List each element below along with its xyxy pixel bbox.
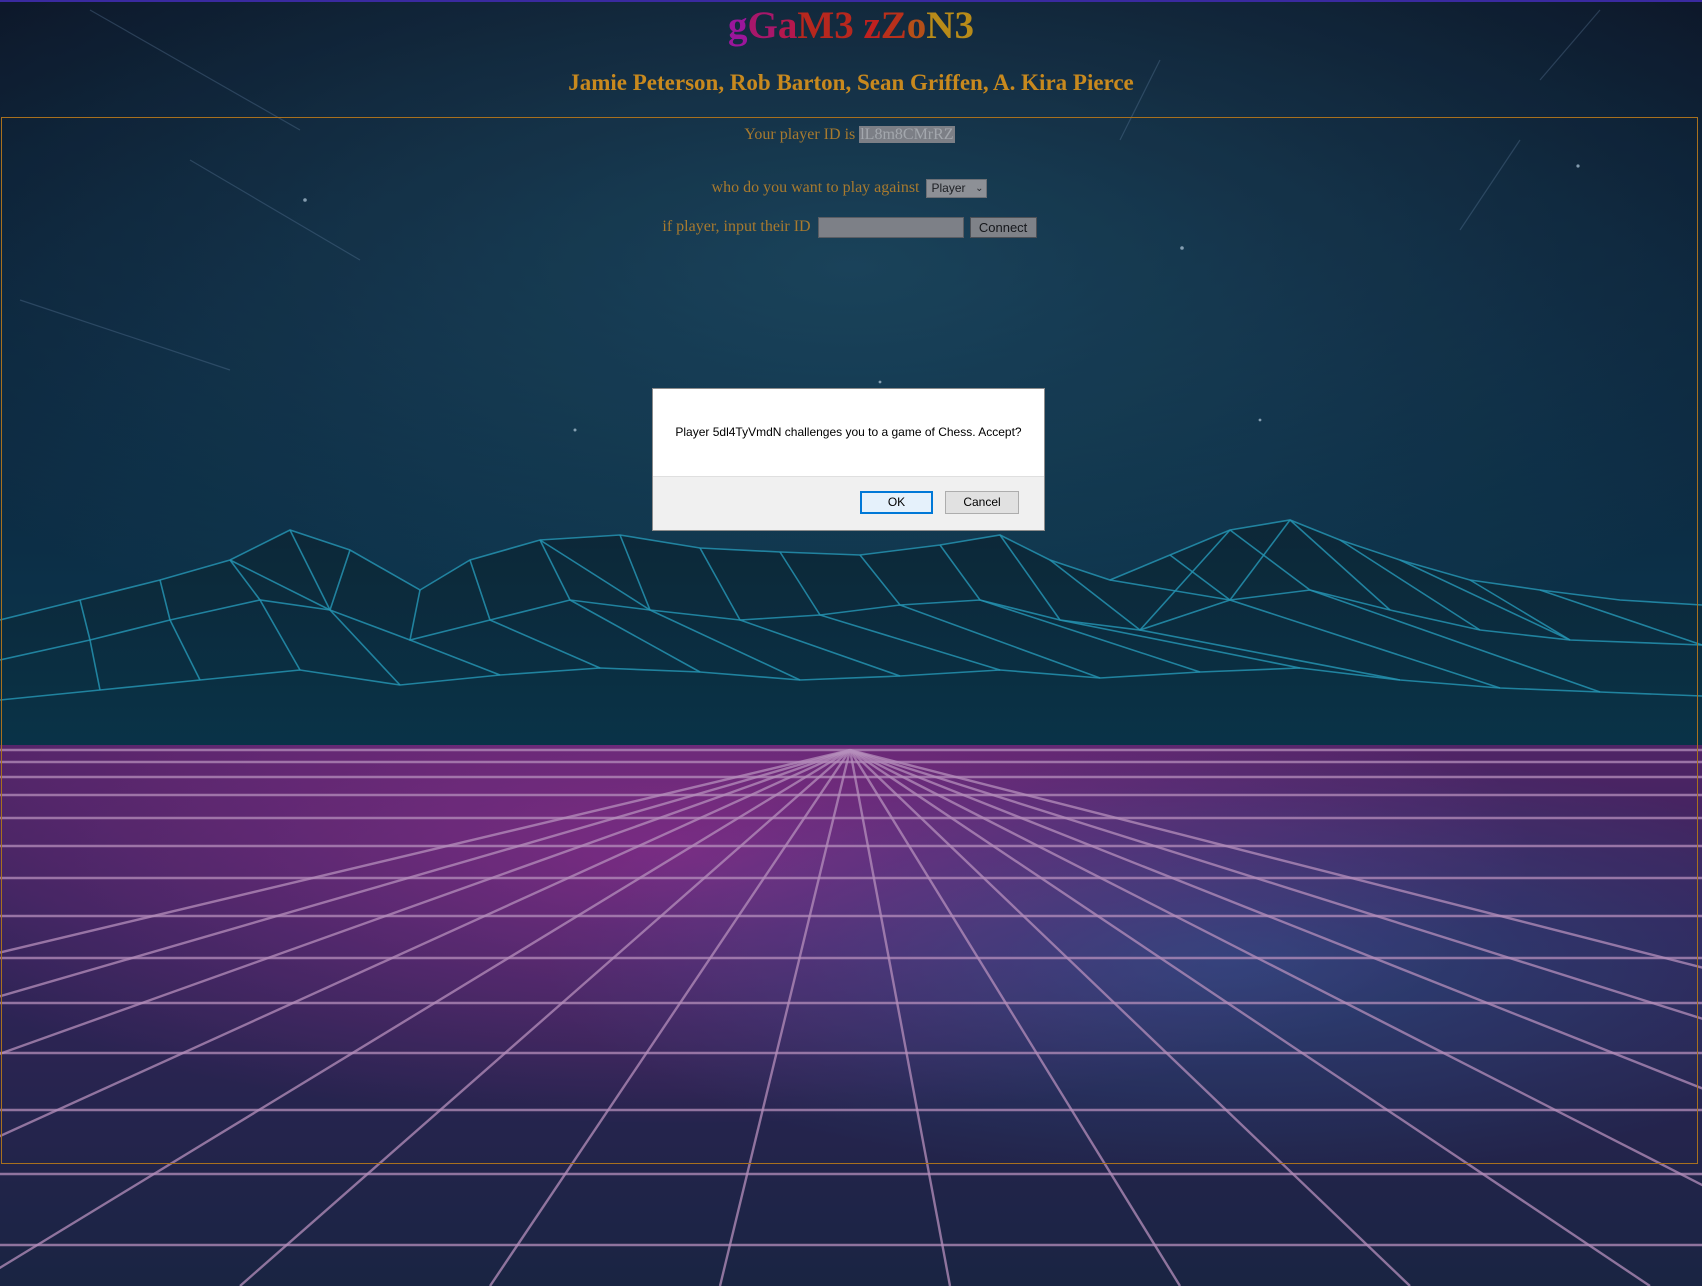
authors-subtitle: Jamie Peterson, Rob Barton, Sean Griffen… [568,70,1134,95]
opponent-id-input[interactable] [817,216,964,238]
opponent-label: who do you want to play against [711,179,920,196]
opponent-row: who do you want to play against Player ⌄ [2,177,1697,199]
title-char-Z: Z [880,4,907,47]
game-panel: Your player ID is lL8m8CMrRZ who do you … [1,117,1698,1164]
page-title: gGaM3 zZoN3 [0,0,1702,52]
title-word-2: zZoN3 [863,4,974,47]
player-id-label: Your player ID is [744,126,856,143]
opponent-select-value: Player [931,180,966,195]
title-char-a: a [777,4,798,47]
opponent-id-label: if player, input their ID [662,218,811,235]
challenge-dialog: Player 5dl4TyVmdN challenges you to a ga… [652,388,1045,531]
title-word-1: gGaM3 [728,4,863,47]
dialog-message: Player 5dl4TyVmdN challenges you to a ga… [675,425,1022,439]
connect-row: if player, input their ID Connect [2,215,1697,239]
title-char-M3: M3 [797,4,854,47]
title-char-z: z [863,4,881,47]
cancel-button[interactable]: Cancel [945,491,1019,514]
chevron-down-icon: ⌄ [975,182,984,194]
title-char-o: o [906,4,927,47]
player-id-row: Your player ID is lL8m8CMrRZ [2,124,1697,146]
title-char-G: G [747,4,778,47]
title-char-g: g [728,4,748,47]
dialog-footer: OK Cancel [653,476,1044,530]
title-char-N3: N3 [926,4,974,47]
opponent-select[interactable]: Player ⌄ [926,178,988,198]
ok-button[interactable]: OK [860,491,933,514]
player-id-value[interactable]: lL8m8CMrRZ [859,126,955,143]
connect-button[interactable]: Connect [969,216,1037,238]
